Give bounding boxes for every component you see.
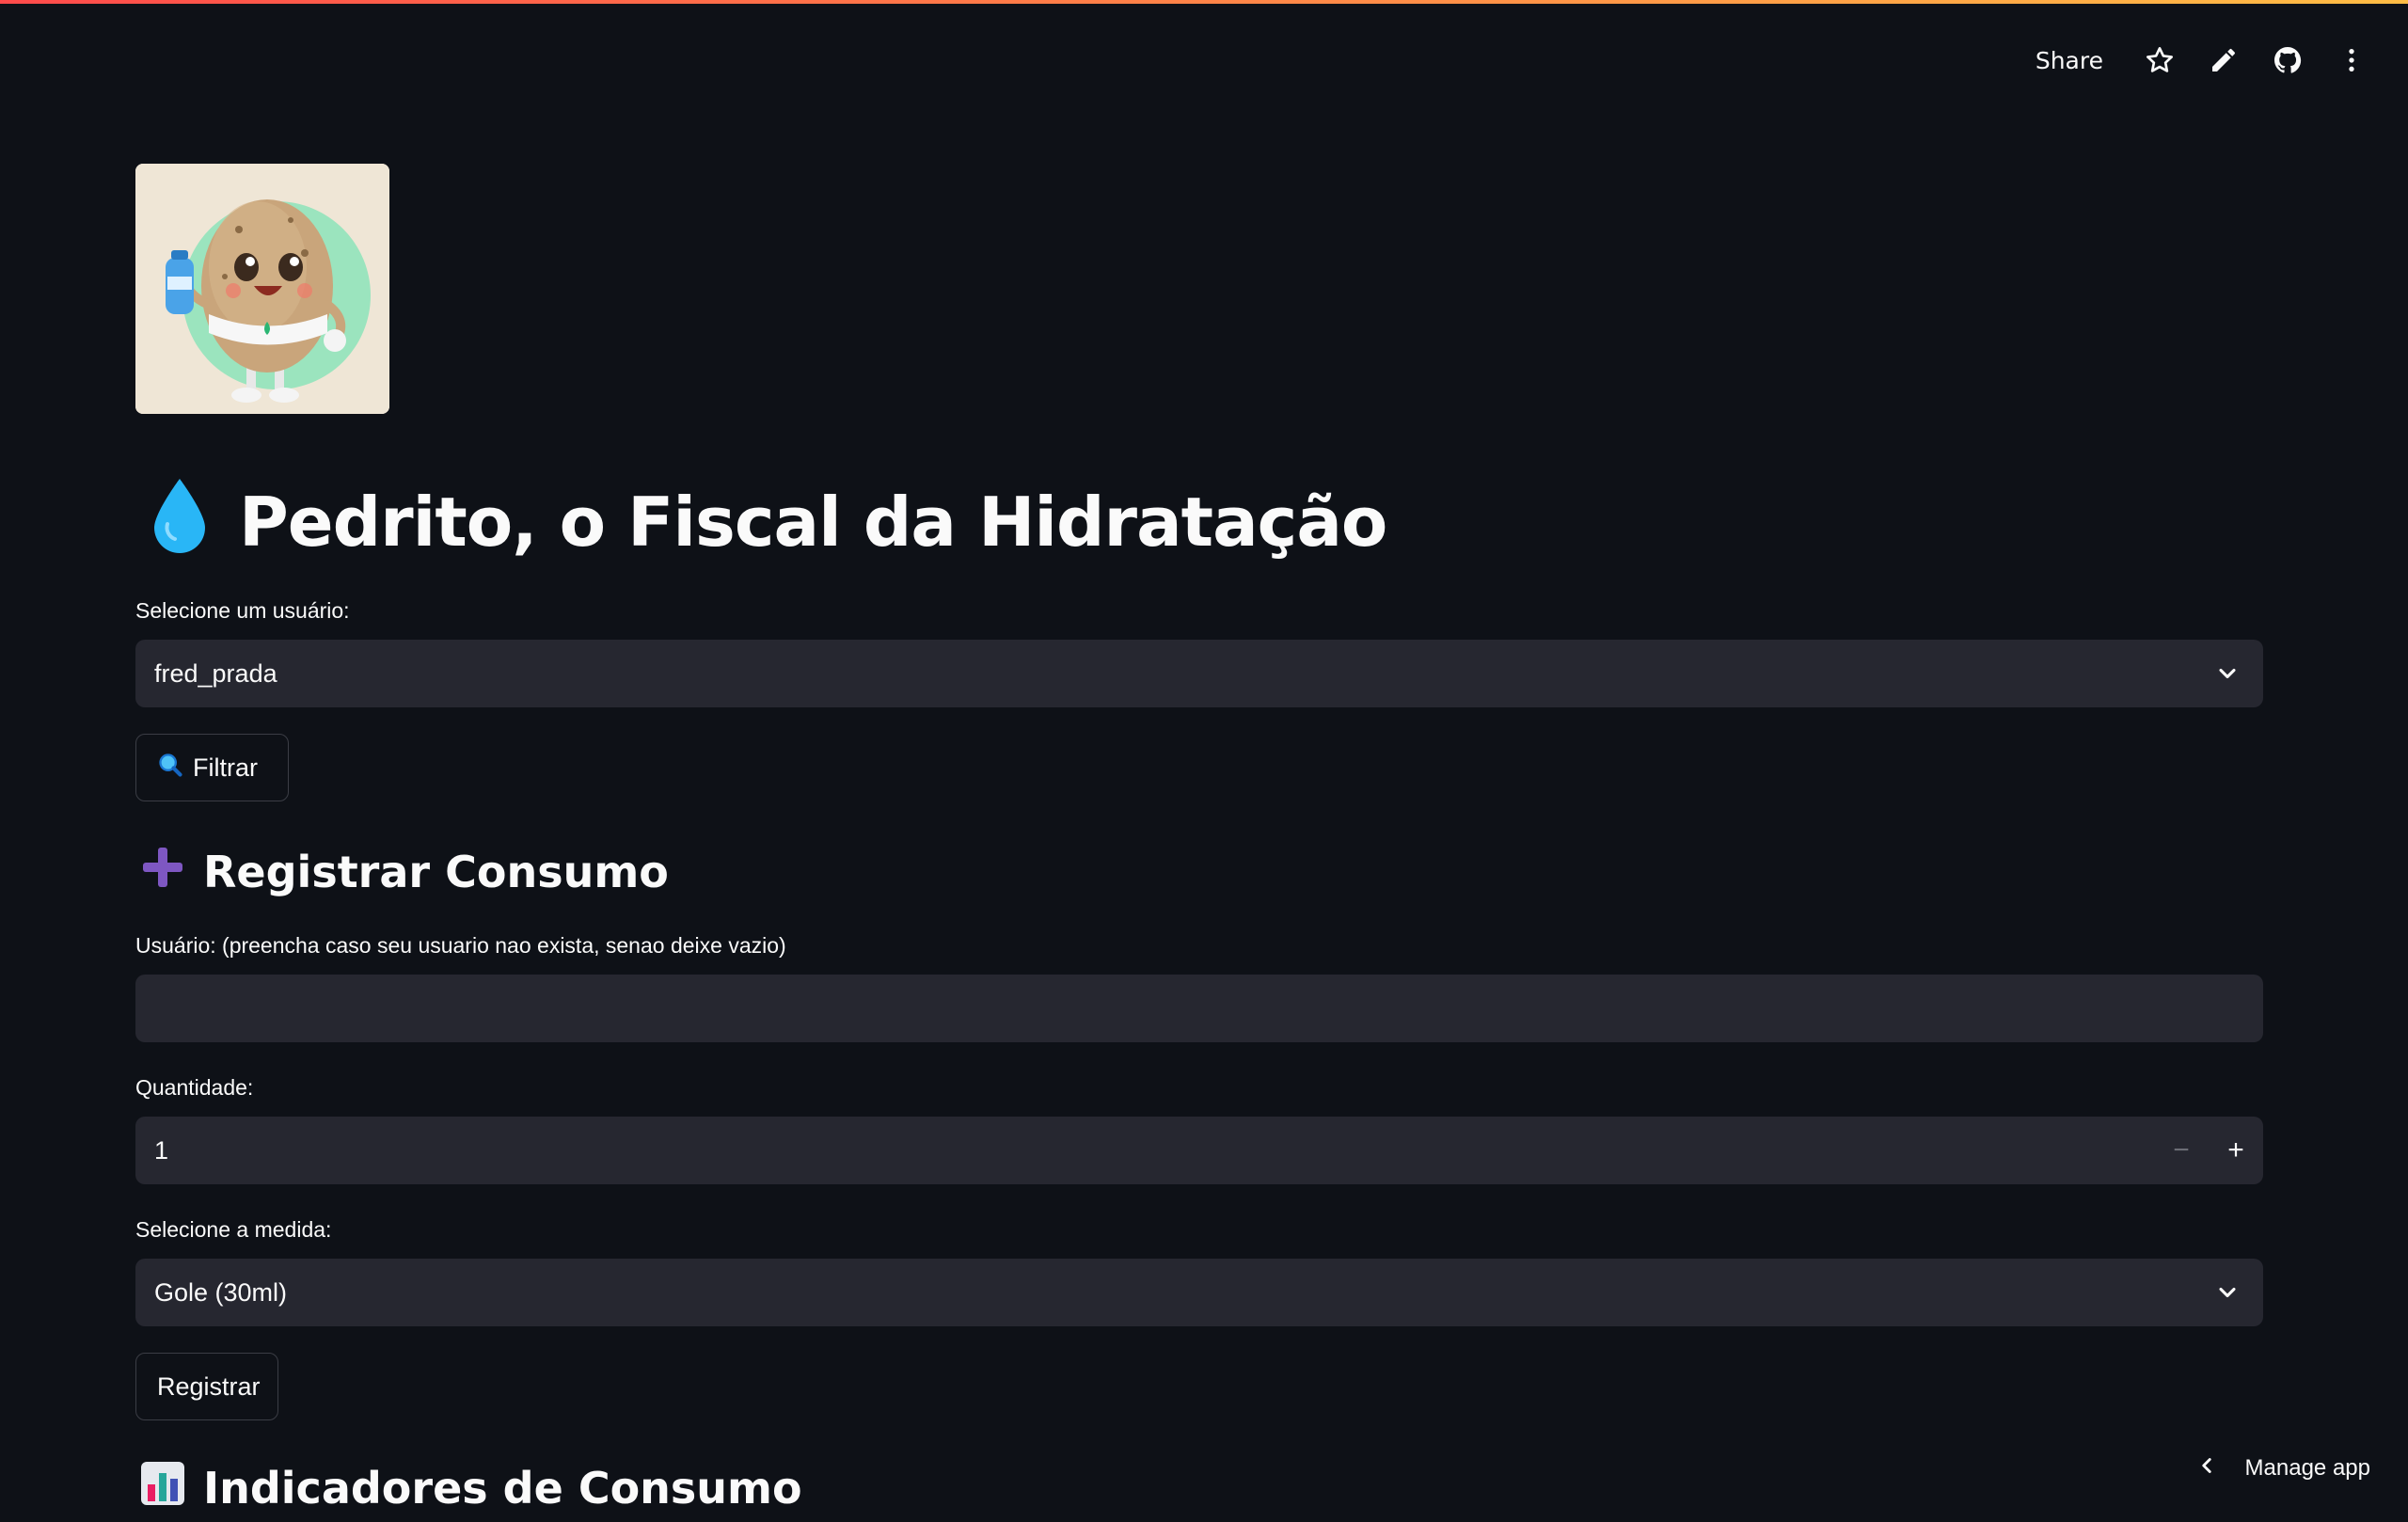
github-icon[interactable] [2269, 41, 2306, 79]
pedrito-mascot-image [135, 164, 389, 414]
register-button-label: Registrar [157, 1372, 261, 1402]
page-title: Pedrito, o Fiscal da Hidratação [147, 470, 1386, 574]
manage-app-button[interactable]: Manage app [2194, 1445, 2370, 1492]
measure-select[interactable]: Gole (30ml) [135, 1259, 2263, 1326]
measure-select-value: Gole (30ml) [154, 1278, 287, 1308]
droplet-icon [147, 475, 213, 570]
decrement-button[interactable]: − [2154, 1117, 2209, 1184]
chevron-down-icon [2214, 660, 2241, 687]
user-select-value: fred_prada [154, 659, 277, 689]
bar-chart-icon [139, 1460, 186, 1517]
star-icon[interactable] [2141, 41, 2178, 79]
share-button[interactable]: Share [2024, 41, 2115, 80]
chevron-left-icon [2194, 1453, 2219, 1484]
user-select-label: Selecione um usuário: [135, 598, 350, 624]
magnifier-icon [157, 752, 183, 785]
page-title-text: Pedrito, o Fiscal da Hidratação [239, 483, 1386, 562]
more-vertical-icon[interactable] [2333, 41, 2370, 79]
top-decoration-bar [0, 0, 2408, 4]
quantity-value: 1 [154, 1136, 168, 1165]
user-text-input[interactable] [135, 975, 2263, 1042]
register-button[interactable]: Registrar [135, 1353, 278, 1420]
measure-select-label: Selecione a medida: [135, 1217, 331, 1243]
user-field-label: Usuário: (preencha caso seu usuario nao … [135, 933, 786, 959]
chevron-down-icon [2214, 1279, 2241, 1306]
user-select[interactable]: fred_prada [135, 640, 2263, 707]
app-header: Share [2024, 34, 2370, 87]
increment-button[interactable]: + [2209, 1117, 2263, 1184]
register-section-heading: Registrar Consumo [139, 838, 669, 906]
filter-button-label: Filtrar [193, 753, 258, 783]
manage-app-label: Manage app [2245, 1455, 2370, 1482]
indicators-section-heading: Indicadores de Consumo [139, 1454, 802, 1522]
indicators-section-title: Indicadores de Consumo [203, 1463, 802, 1514]
quantity-stepper[interactable]: 1 − + [135, 1117, 2263, 1184]
filter-button[interactable]: Filtrar [135, 734, 289, 801]
pencil-icon[interactable] [2205, 41, 2242, 79]
plus-icon [139, 844, 186, 901]
register-section-title: Registrar Consumo [203, 847, 669, 897]
quantity-label: Quantidade: [135, 1075, 253, 1101]
